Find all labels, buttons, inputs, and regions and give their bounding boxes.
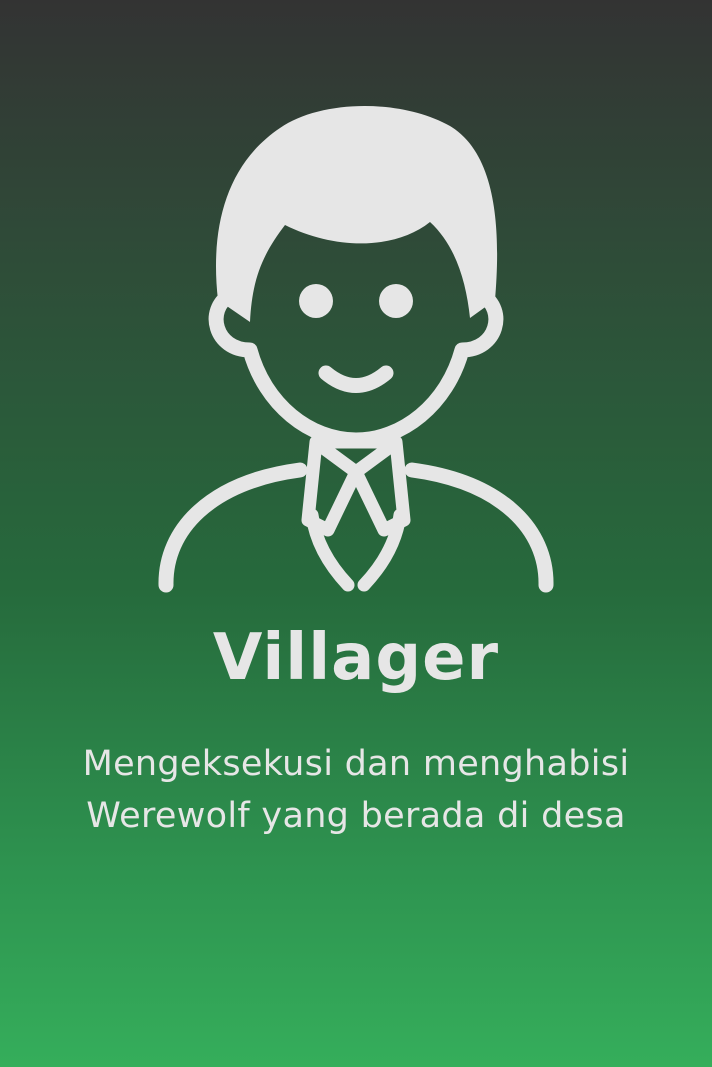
role-name: Villager <box>212 621 500 695</box>
villager-icon <box>158 105 554 593</box>
role-description: Mengeksekusi dan menghabisi Werewolf yan… <box>40 738 672 842</box>
description-line: Mengeksekusi dan menghabisi <box>82 744 630 784</box>
smile <box>318 365 394 393</box>
right-eye <box>379 284 413 318</box>
hair <box>215 105 498 322</box>
shoulders <box>158 462 554 593</box>
left-eye <box>299 284 333 318</box>
description-line: Werewolf yang berada di desa <box>86 796 626 836</box>
face-outline <box>208 287 504 448</box>
role-card: Villager Mengeksekusi dan menghabisi Wer… <box>0 0 712 1067</box>
